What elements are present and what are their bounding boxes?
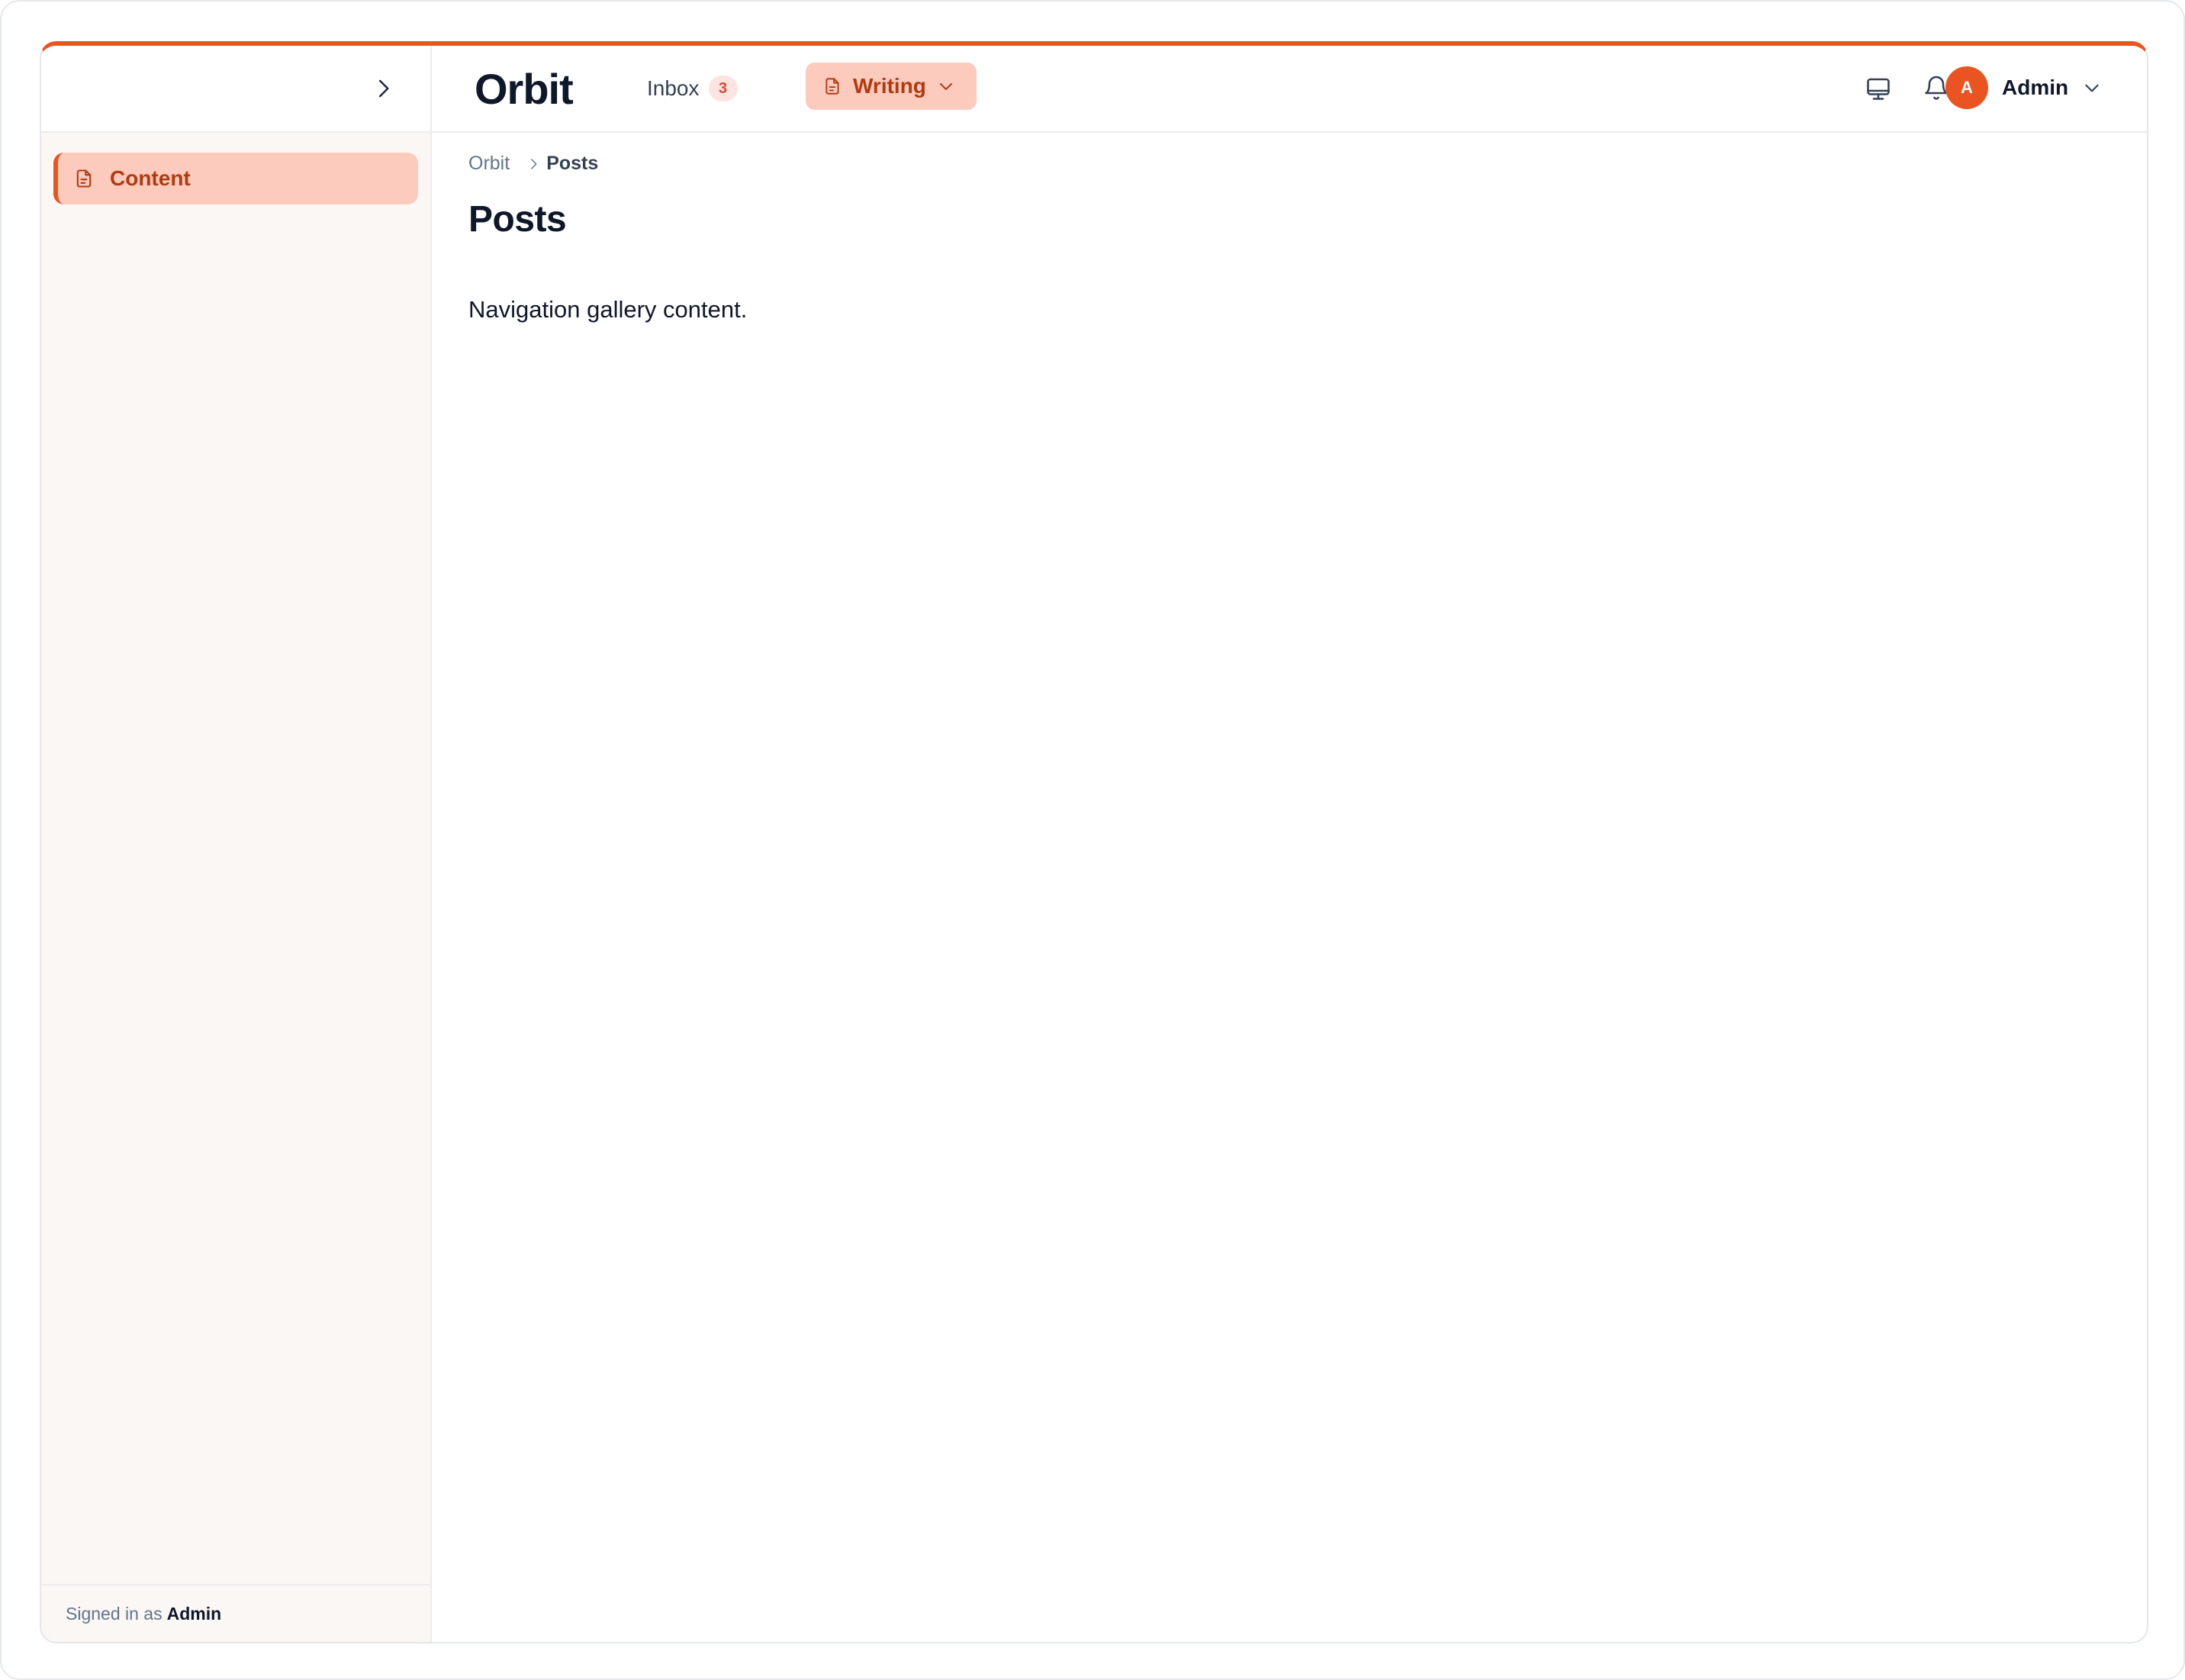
- sidebar-item-content[interactable]: Content: [53, 153, 418, 204]
- tab-inbox[interactable]: Inbox 3: [647, 67, 738, 110]
- brand-logo[interactable]: Orbit: [475, 64, 574, 114]
- page-body-text: Navigation gallery content.: [468, 296, 748, 323]
- chevron-down-icon: [2085, 84, 2099, 92]
- chevron-right-icon: [531, 158, 537, 169]
- avatar: A: [1945, 66, 1988, 109]
- monitor-icon: [1867, 78, 1890, 100]
- document-icon: [76, 169, 92, 188]
- app-window: Content Signed in as Admin Orbit Inbox 3…: [40, 41, 2148, 1643]
- user-menu[interactable]: A Admin: [1945, 63, 2102, 113]
- main-content: Orbit Posts Posts Navigation gallery con…: [432, 133, 2147, 1642]
- breadcrumb-current: Posts: [546, 153, 599, 174]
- signed-in-user: Admin: [166, 1603, 222, 1624]
- tab-writing[interactable]: Writing: [806, 63, 977, 110]
- breadcrumb-link-orbit[interactable]: Orbit: [468, 153, 510, 175]
- tab-inbox-label: Inbox: [647, 76, 700, 100]
- page-frame: Content Signed in as Admin Orbit Inbox 3…: [0, 0, 2185, 1680]
- breadcrumb: Orbit Posts: [468, 153, 598, 175]
- sidebar-toggle-button[interactable]: [359, 64, 407, 113]
- sidebar-header: [41, 46, 430, 133]
- top-bar: Orbit Inbox 3 Writing A Admin: [432, 46, 2147, 133]
- chevron-right-icon: [379, 79, 389, 98]
- chevron-down-icon: [939, 83, 952, 90]
- signed-in-prefix: Signed in as: [66, 1603, 163, 1624]
- tab-writing-label: Writing: [853, 74, 926, 98]
- breadcrumb-separator: [526, 157, 540, 171]
- display-button[interactable]: [1857, 67, 1900, 110]
- user-name: Admin: [2002, 76, 2069, 99]
- page-title: Posts: [468, 199, 567, 240]
- sidebar-item-label: Content: [110, 166, 191, 190]
- sidebar: Content Signed in as Admin: [41, 46, 432, 1642]
- signed-in-status: Signed in as Admin: [41, 1584, 430, 1642]
- inbox-count-badge: 3: [708, 76, 738, 101]
- document-icon: [825, 78, 839, 95]
